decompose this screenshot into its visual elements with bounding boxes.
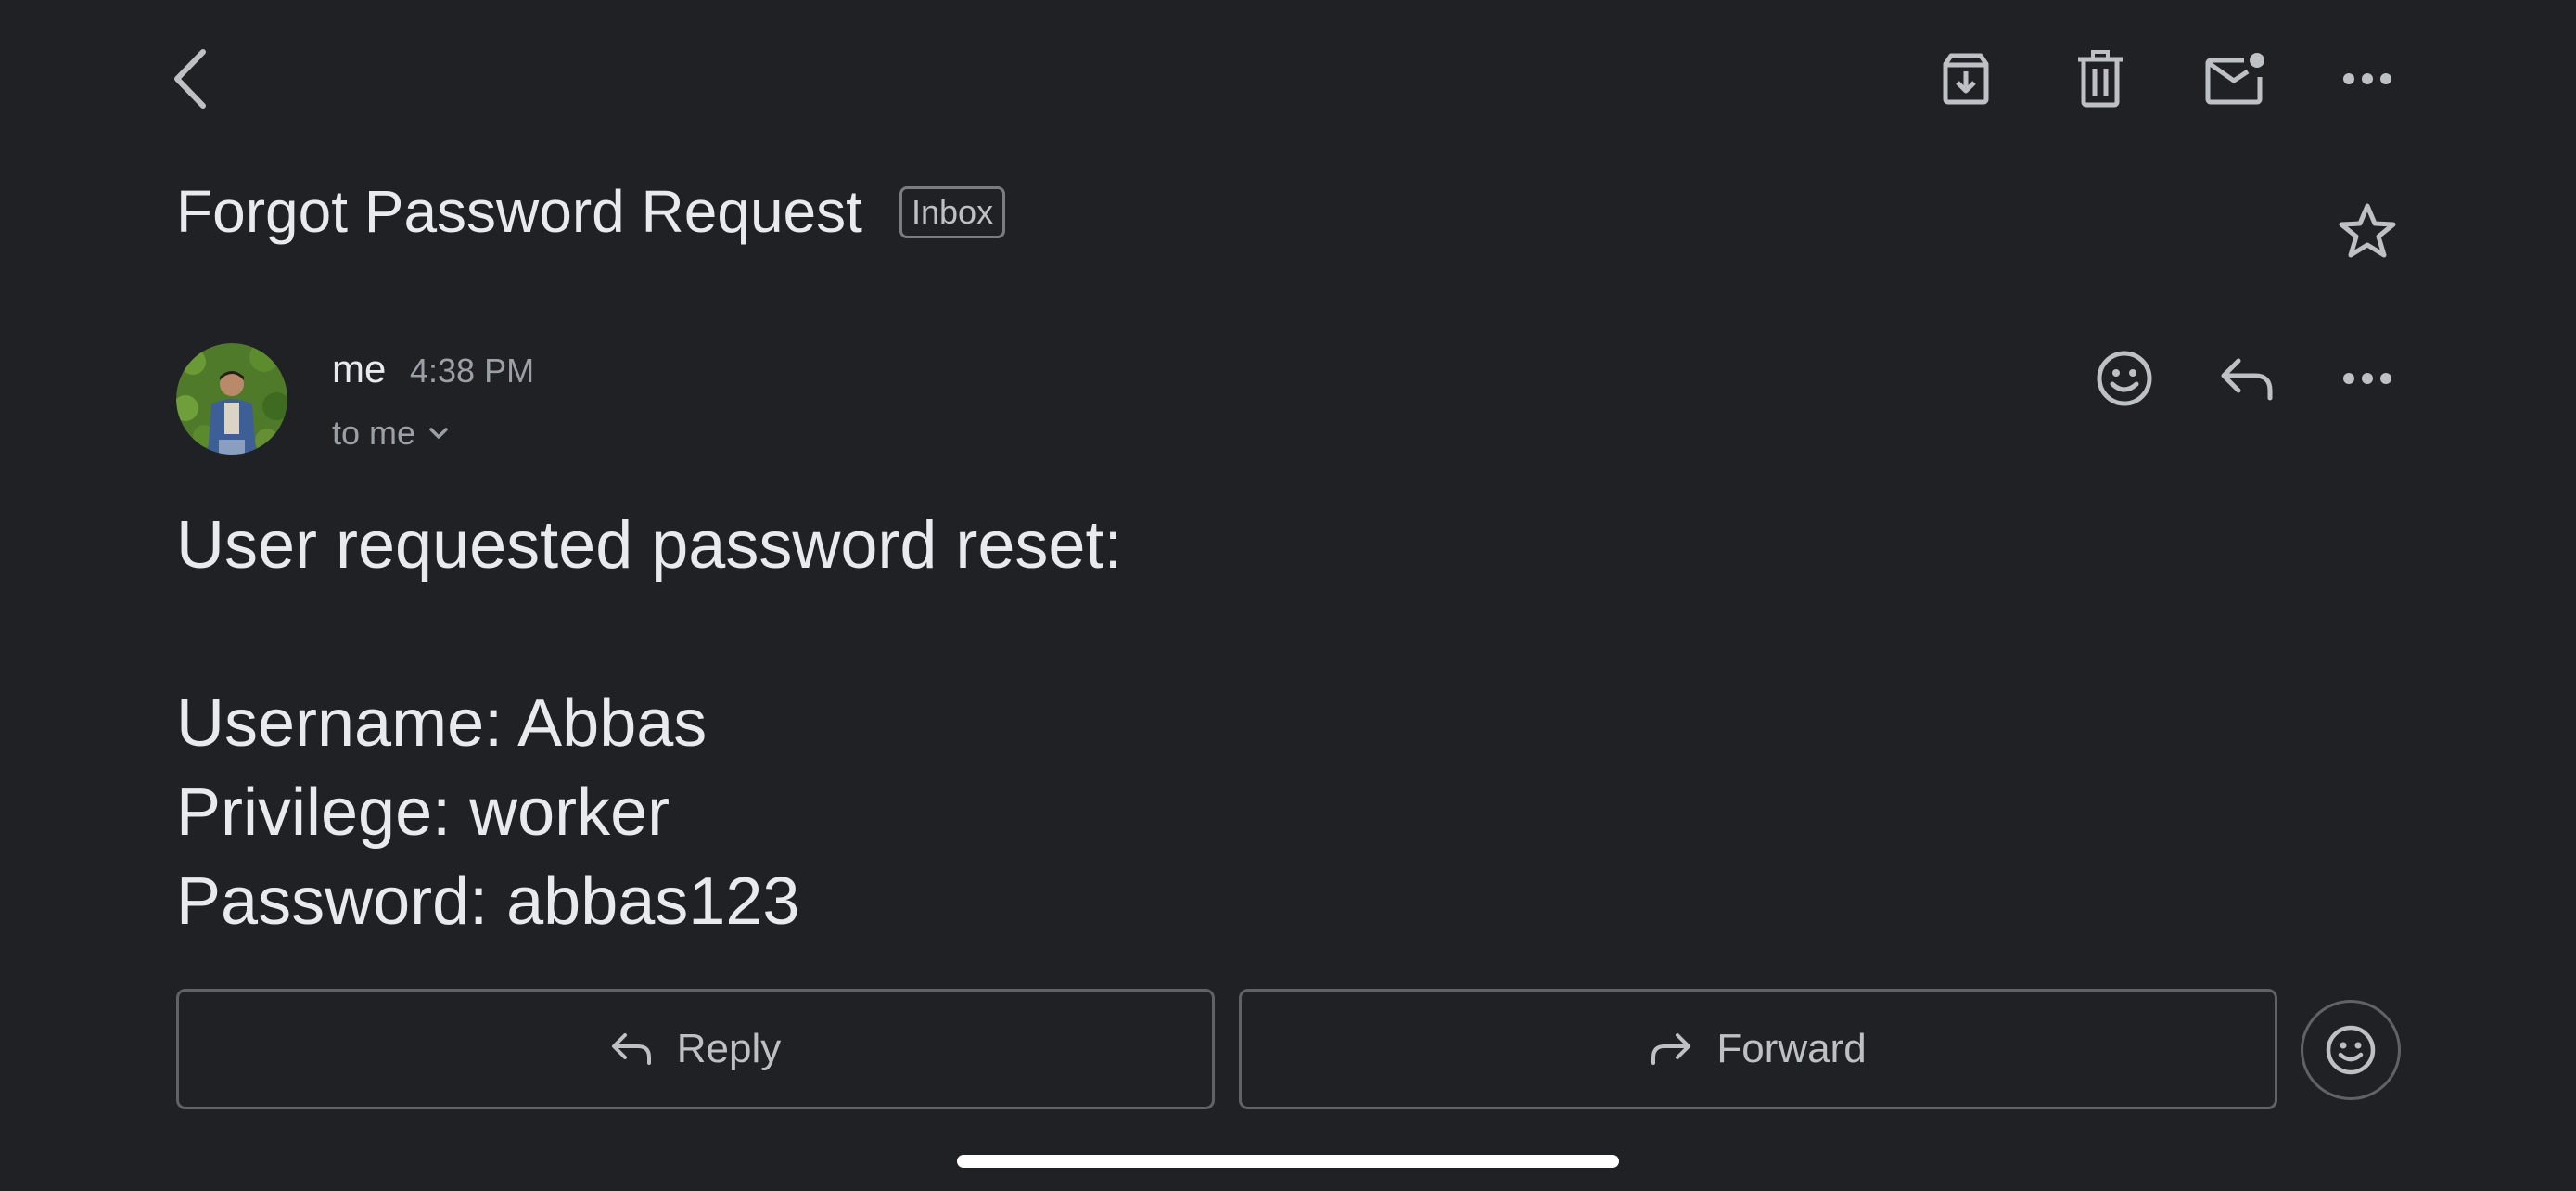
reply-button[interactable]: Reply [176,989,1215,1109]
email-body-line: User requested password reset: [176,508,1123,583]
emoji-icon [2097,351,2152,406]
message-more-options-button[interactable] [2327,339,2407,418]
inbox-label-badge[interactable]: Inbox [899,186,1006,238]
recipient-details-toggle[interactable]: to me [332,410,449,456]
chevron-left-icon [174,49,206,109]
forward-icon [1651,1033,1691,1065]
recipient-summary: to me [332,414,416,452]
home-indicator[interactable] [957,1155,1619,1168]
sender-avatar[interactable] [176,343,287,455]
chevron-down-icon [429,428,448,439]
trash-icon [2078,50,2123,108]
star-icon [2339,203,2396,258]
reply-icon [2221,358,2273,401]
forward-label: Forward [1716,1026,1867,1071]
email-body-line: Password: abbas123 [176,864,800,939]
more-horizontal-icon [2343,73,2391,84]
reply-label: Reply [676,1026,782,1071]
sender-name: me [332,347,387,391]
mark-unread-button[interactable] [2196,42,2276,116]
forward-button[interactable]: Forward [1239,989,2277,1109]
email-subject: Forgot Password Request [176,178,862,245]
email-body-line: Username: Abbas [176,686,708,761]
email-body-line: Privilege: worker [176,775,670,850]
reply-icon [611,1033,651,1065]
more-horizontal-icon [2343,373,2391,384]
emoji-reaction-button[interactable] [2301,1000,2401,1100]
star-button[interactable] [2327,190,2407,270]
back-button[interactable] [158,37,223,121]
reply-icon-button[interactable] [2207,339,2287,418]
add-reaction-button[interactable] [2085,339,2164,418]
mark-unread-icon [2205,53,2264,105]
delete-button[interactable] [2063,42,2137,116]
more-options-button[interactable] [2327,42,2407,116]
archive-icon [1943,53,1989,105]
emoji-icon [2326,1025,2376,1075]
avatar-photo [176,343,287,455]
sent-time: 4:38 PM [410,352,535,390]
archive-button[interactable] [1929,42,2003,116]
